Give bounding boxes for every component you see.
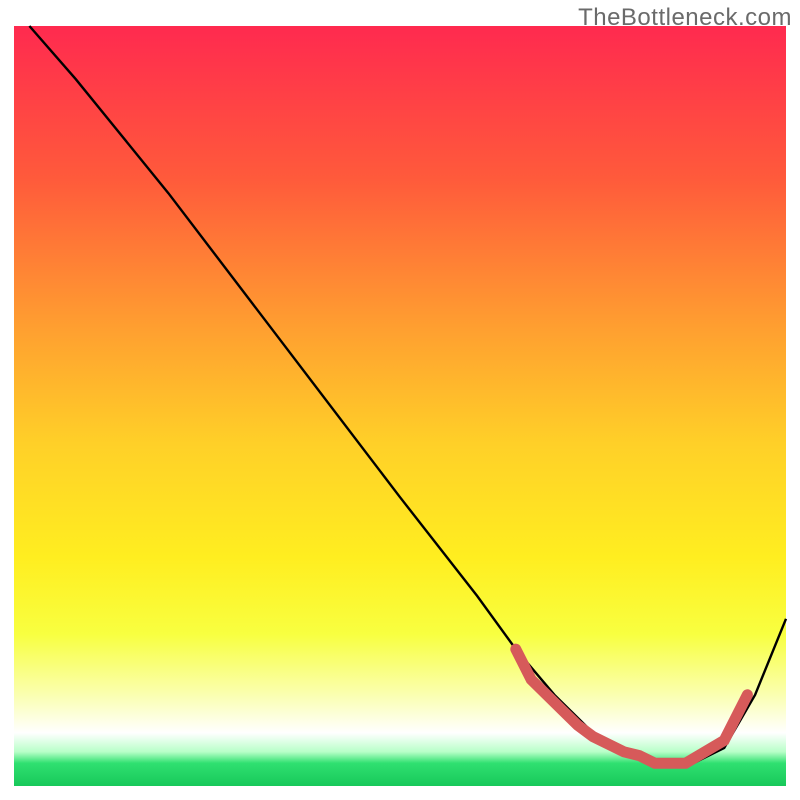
chart-background bbox=[14, 26, 786, 786]
chart-container: TheBottleneck.com bbox=[0, 0, 800, 800]
watermark-text: TheBottleneck.com bbox=[578, 4, 792, 32]
chart-svg bbox=[0, 0, 800, 800]
